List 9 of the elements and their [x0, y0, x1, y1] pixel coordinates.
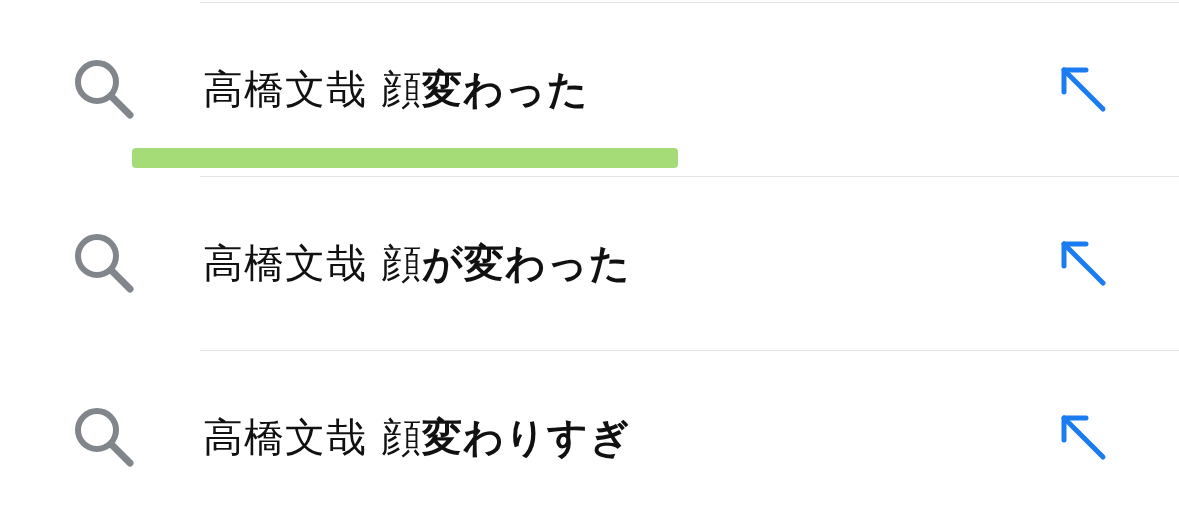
search-icon: [73, 58, 135, 120]
suggestion-text[interactable]: 高橋文哉 顔変わった: [203, 61, 1059, 117]
search-icon: [73, 232, 135, 294]
suggestion-text[interactable]: 高橋文哉 顔が変わった: [203, 235, 1059, 291]
suggestion-text[interactable]: 高橋文哉 顔変わりすぎ: [203, 409, 1059, 465]
arrow-icon[interactable]: [1059, 65, 1107, 113]
arrow-icon[interactable]: [1059, 413, 1107, 461]
search-icon: [73, 406, 135, 468]
arrow-icon[interactable]: [1059, 239, 1107, 287]
